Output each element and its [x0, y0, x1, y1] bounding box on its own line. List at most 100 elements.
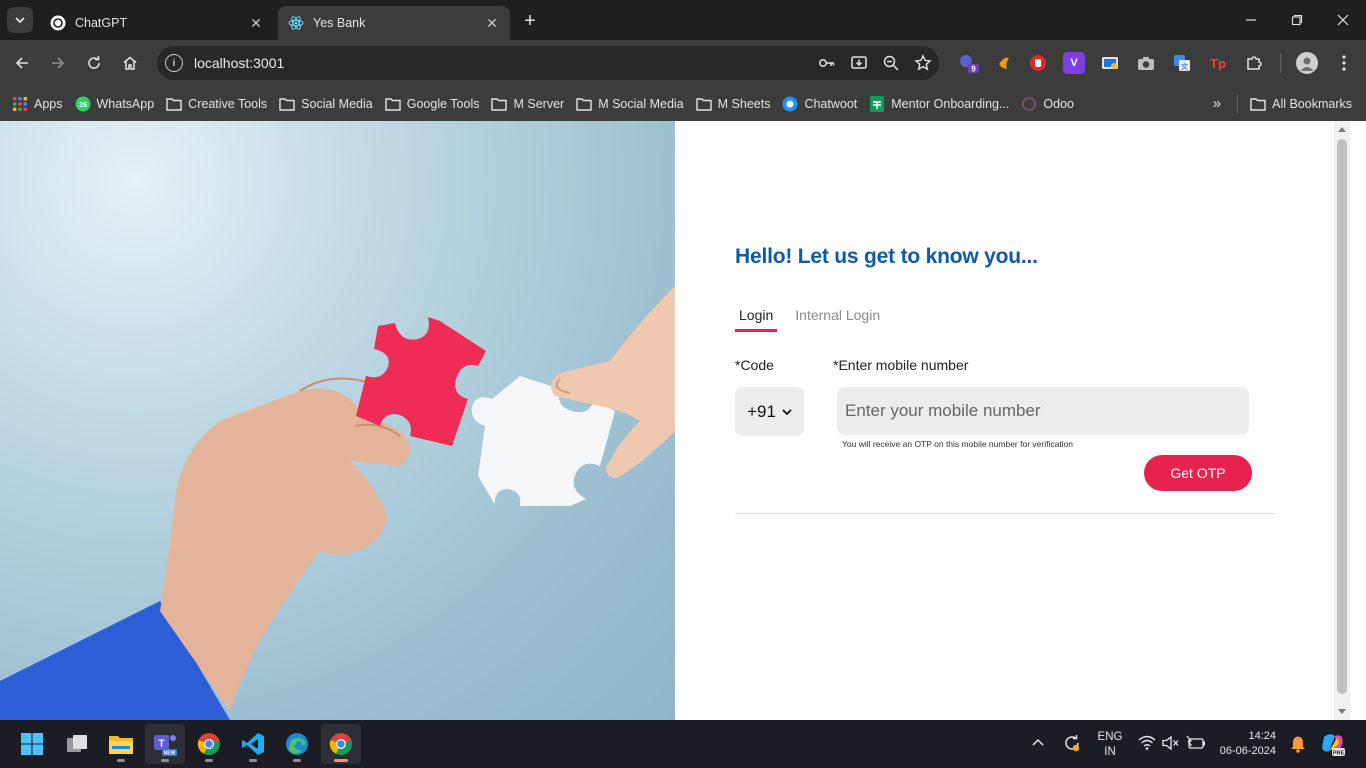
arrow-right-icon [52, 57, 65, 69]
region-text: IN [1104, 746, 1116, 758]
folder-icon [576, 96, 592, 112]
chevron-down-icon [782, 408, 792, 415]
bookmark-mentor-onboarding[interactable]: Mentor Onboarding... [863, 91, 1015, 117]
back-button[interactable] [8, 49, 36, 77]
home-icon [123, 56, 137, 70]
bookmark-apps[interactable]: Apps [6, 91, 69, 117]
arrow-left-icon [15, 57, 28, 69]
extension-tp-icon[interactable]: Tp [1207, 52, 1229, 74]
tab-search-button[interactable] [7, 7, 33, 33]
new-tab-button[interactable]: + [518, 9, 542, 33]
running-indicator [205, 759, 213, 762]
folder-icon [695, 96, 712, 112]
tab-title: ChatGPT [75, 16, 128, 30]
site-info-icon[interactable]: i [165, 54, 183, 72]
windows-taskbar: T NEW ENG IN 14:24 06-06-2024 PRE [0, 720, 1366, 768]
bookmark-label: Creative Tools [188, 96, 268, 111]
extension-stop-icon[interactable] [1027, 52, 1049, 74]
bookmark-folder-social-media[interactable]: Social Media [273, 91, 379, 117]
bookmark-folder-m-sheets[interactable]: M Sheets [690, 91, 777, 117]
teams-new-icon[interactable]: T NEW [145, 724, 185, 764]
bookmark-label: Apps [34, 96, 63, 111]
reload-button[interactable] [80, 49, 108, 77]
bookmark-label: Google Tools [406, 96, 480, 111]
scroll-up-arrow-icon[interactable] [1338, 127, 1346, 132]
notification-bell-icon[interactable] [1290, 735, 1306, 756]
restore-button[interactable] [1274, 0, 1320, 40]
url-text[interactable]: localhost:3001 [194, 55, 811, 71]
language-text: ENG [1097, 731, 1123, 743]
home-button[interactable] [116, 49, 144, 77]
chrome-active-icon[interactable] [321, 724, 361, 764]
clock[interactable]: 14:24 06-06-2024 [1214, 729, 1276, 759]
svg-text:T: T [158, 739, 164, 750]
zoom-icon[interactable] [875, 47, 907, 79]
bookmark-label: WhatsApp [96, 96, 155, 111]
extension-v-icon[interactable]: V [1063, 52, 1085, 74]
extension-teams-icon[interactable]: 9 [958, 52, 980, 74]
minimize-button[interactable] [1228, 0, 1274, 40]
vertical-scrollbar[interactable] [1334, 121, 1350, 720]
tab-internal-login[interactable]: Internal Login [791, 305, 884, 332]
chevron-up-icon[interactable] [1030, 735, 1046, 754]
bookmark-folder-m-social-media[interactable]: M Social Media [570, 91, 689, 117]
tab-title: Yes Bank [313, 16, 366, 30]
address-bar[interactable]: i localhost:3001 [157, 46, 939, 80]
edge-icon[interactable] [277, 724, 317, 764]
tab-login[interactable]: Login [735, 305, 778, 332]
close-window-button[interactable] [1320, 0, 1366, 40]
mobile-label: *Enter mobile number [833, 357, 969, 373]
close-icon[interactable]: ✕ [248, 15, 264, 31]
password-key-icon[interactable] [811, 47, 843, 79]
extensions-puzzle-icon[interactable] [1243, 52, 1265, 74]
bookmark-label: M Server [513, 96, 565, 111]
toolbar-separator [1280, 53, 1281, 73]
bookmark-star-icon[interactable] [907, 47, 939, 79]
folder-icon [385, 96, 401, 112]
sync-icon[interactable] [1062, 733, 1082, 756]
folder-icon [279, 96, 295, 112]
extension-camera-icon[interactable] [1135, 52, 1157, 74]
profile-avatar[interactable] [1296, 52, 1318, 74]
language-indicator[interactable]: ENG IN [1094, 730, 1126, 760]
all-bookmarks-button[interactable]: All Bookmarks [1244, 91, 1358, 117]
speaker-muted-icon[interactable] [1162, 735, 1180, 754]
tab-chatgpt[interactable]: ChatGPT ✕ [40, 6, 274, 40]
vscode-icon[interactable] [233, 724, 273, 764]
menu-kebab-icon[interactable] [1333, 52, 1355, 74]
mobile-number-input[interactable] [837, 387, 1249, 435]
country-code-select[interactable]: +91 [735, 387, 804, 436]
folder-icon [1250, 96, 1266, 112]
apps-grid-icon [12, 96, 28, 112]
bookmark-folder-google-tools[interactable]: Google Tools [379, 91, 486, 117]
tab-yes-bank[interactable]: Yes Bank ✕ [278, 6, 510, 40]
bookmark-chatwoot[interactable]: Chatwoot [776, 91, 863, 117]
chrome-icon[interactable] [189, 724, 229, 764]
svg-text:26: 26 [78, 100, 86, 109]
copilot-icon[interactable]: PRE [1320, 731, 1346, 760]
scroll-down-arrow-icon[interactable] [1338, 709, 1346, 714]
svg-text:9: 9 [971, 65, 976, 74]
bookmark-whatsapp[interactable]: 26 WhatsApp [69, 91, 161, 117]
windows-start-icon[interactable] [12, 724, 52, 764]
running-indicator [293, 759, 301, 762]
bookmarks-overflow-button[interactable]: » [1207, 91, 1227, 117]
extension-orange-icon[interactable] [993, 52, 1015, 74]
close-icon[interactable]: ✕ [484, 15, 500, 31]
scrollbar-thumb[interactable] [1337, 139, 1347, 694]
get-otp-button[interactable]: Get OTP [1144, 455, 1252, 491]
minimize-icon [1246, 19, 1256, 21]
install-app-icon[interactable] [843, 47, 875, 79]
bookmark-folder-creative-tools[interactable]: Creative Tools [160, 91, 273, 117]
running-indicator [161, 759, 169, 762]
extension-translate-icon[interactable]: 文 [1171, 52, 1193, 74]
file-explorer-icon[interactable] [101, 724, 141, 764]
bookmark-odoo[interactable]: Odoo [1015, 91, 1080, 117]
task-view-icon[interactable] [57, 724, 97, 764]
battery-charging-icon[interactable] [1186, 735, 1206, 754]
extension-screen-icon[interactable] [1099, 52, 1121, 74]
wifi-icon[interactable] [1138, 735, 1156, 754]
odoo-icon [1021, 96, 1037, 112]
forward-button[interactable] [44, 49, 72, 77]
bookmark-folder-m-server[interactable]: M Server [485, 91, 570, 117]
